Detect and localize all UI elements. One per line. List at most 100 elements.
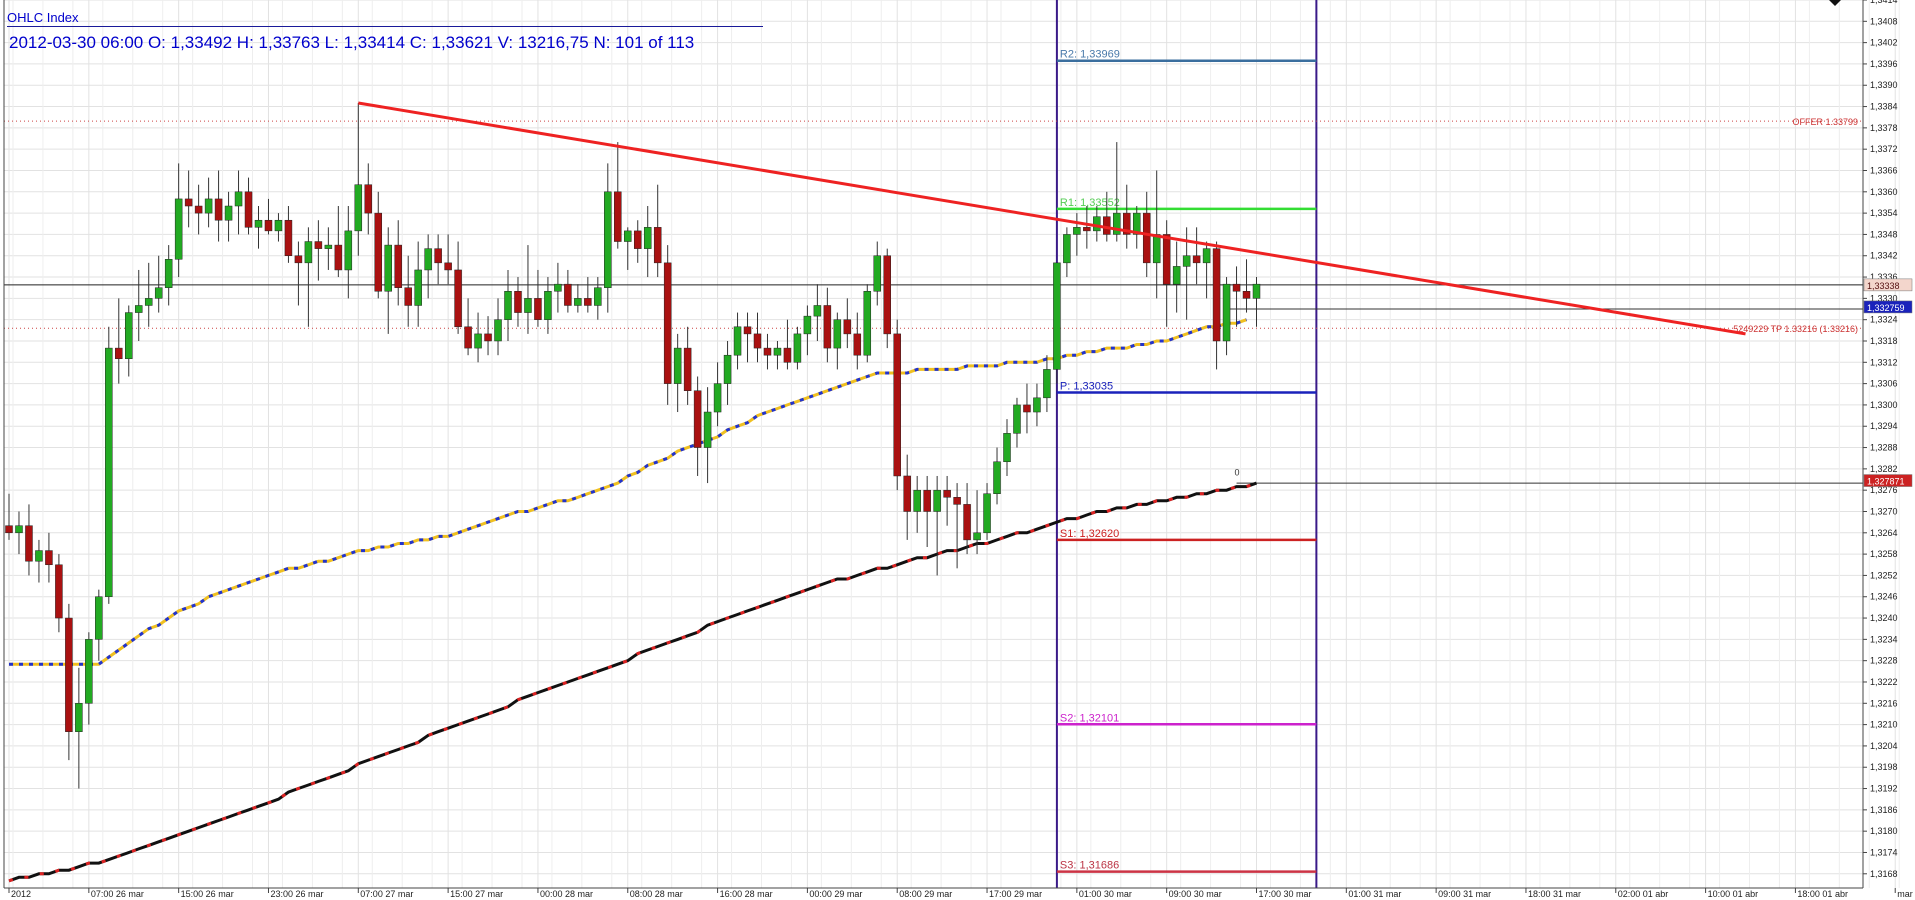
candle-body [364, 184, 373, 214]
candle [55, 554, 63, 633]
candle [5, 493, 13, 540]
candle [184, 170, 193, 228]
y-tick-label: 1,3378 [1870, 123, 1898, 133]
candle-body [1053, 262, 1061, 370]
candle-body [753, 333, 762, 349]
candle [294, 241, 303, 306]
x-tick-label: 00:00 28 mar [540, 889, 593, 899]
candle [853, 312, 862, 370]
candle-body [624, 230, 632, 242]
candle [234, 170, 243, 235]
candle-body [394, 244, 402, 288]
candle [614, 142, 622, 249]
candle-body [564, 283, 572, 306]
candle-body [933, 489, 941, 512]
candle-body [424, 248, 432, 271]
candle [204, 177, 213, 228]
candle [144, 262, 153, 327]
y-tick-label: 1,3318 [1870, 336, 1898, 346]
candle-body [673, 347, 682, 384]
candle-body [514, 291, 522, 313]
candle-body [1222, 283, 1231, 342]
candle [524, 245, 532, 334]
candle [1093, 206, 1101, 242]
candle-body [1152, 234, 1161, 264]
y-tick-label: 1,3354 [1870, 208, 1898, 218]
candle-body [1043, 369, 1051, 399]
candle-body [214, 198, 223, 221]
candle-body [334, 244, 343, 271]
candle-body [773, 347, 782, 356]
candle [893, 319, 901, 491]
candle [25, 504, 33, 576]
candle-body [194, 205, 203, 214]
candle [574, 284, 582, 313]
candle-body [1192, 255, 1201, 264]
candle [673, 333, 682, 413]
x-tick-label: 07:00 27 mar [360, 889, 413, 899]
candle [1053, 262, 1061, 384]
candle-body [45, 550, 53, 566]
candle [953, 483, 961, 569]
candle-body [983, 493, 991, 534]
y-tick-label: 1,3312 [1870, 357, 1898, 367]
candle-body [584, 298, 592, 306]
candle [933, 475, 941, 576]
candle [95, 589, 103, 661]
candle [1192, 227, 1201, 285]
candle [264, 198, 273, 235]
candle [813, 284, 822, 341]
candle [85, 632, 93, 725]
candle [554, 262, 562, 313]
candle [793, 326, 802, 370]
candle-body [294, 255, 303, 264]
candle [594, 277, 602, 320]
candle [125, 305, 133, 377]
candle [564, 269, 572, 313]
candle [244, 177, 253, 235]
candle [504, 269, 512, 341]
x-tick-label: mar 2012 [1897, 889, 1915, 899]
candle [154, 255, 163, 313]
x-tick-label: 00:00 29 mar [809, 889, 862, 899]
candle [544, 277, 552, 334]
candle-body [164, 259, 173, 288]
candle-body [1212, 248, 1221, 342]
candle [75, 667, 83, 789]
y-tick-label: 1,3396 [1870, 59, 1898, 69]
grid [4, 0, 1900, 888]
y-tick-label: 1,3402 [1870, 38, 1898, 48]
candle-body [1113, 212, 1121, 235]
candle [1033, 383, 1041, 427]
candle [993, 447, 1001, 505]
candle-body [344, 230, 353, 271]
axes: 1,3168 1,3174 1,3180 1,3186 1,3192 1,3198 1,32… [3, 0, 1915, 899]
candle-body [803, 315, 812, 335]
candle-body [693, 390, 702, 448]
candle-body [883, 255, 891, 335]
y-tick-label: 1,3234 [1870, 634, 1898, 644]
price-chart[interactable]: R2: 1,33969 R1: 1,33552 P: 1,33035 S1: 1,32… [0, 0, 1915, 900]
y-tick-label: 1,3324 [1870, 315, 1898, 325]
zero-label: 0 [1235, 468, 1240, 478]
session-lines [1055, 0, 1318, 888]
candle [404, 255, 412, 327]
candle-body [1182, 255, 1191, 267]
candle-body [574, 298, 582, 306]
candle [823, 287, 832, 363]
candle [1172, 241, 1181, 313]
candle-body [1093, 216, 1101, 232]
candle [484, 316, 492, 356]
y-tick-label: 1,3222 [1870, 677, 1898, 687]
candle [963, 483, 971, 555]
candle-body [55, 564, 63, 619]
candle-body [1232, 283, 1241, 292]
x-tick-label: 17:00 29 mar [989, 889, 1042, 899]
candle-body [793, 333, 802, 363]
candle-body [224, 205, 233, 221]
candle-body [823, 305, 832, 349]
candle-body [5, 525, 13, 534]
candle [903, 454, 911, 540]
candle-body [75, 703, 83, 732]
candle [384, 227, 392, 334]
